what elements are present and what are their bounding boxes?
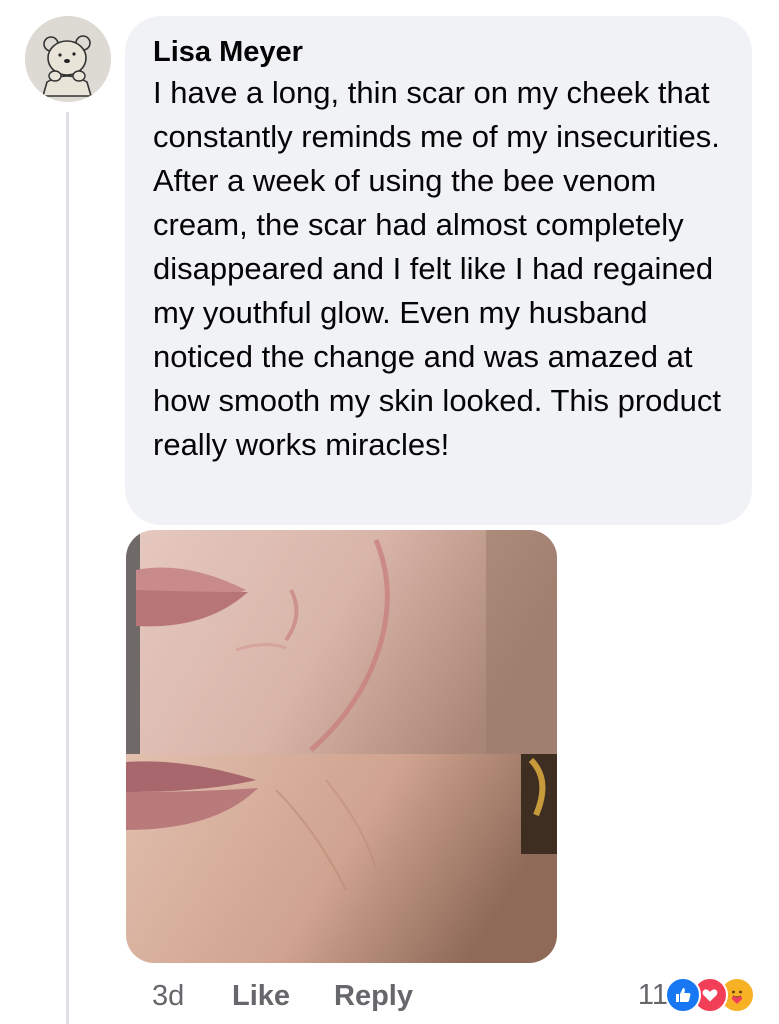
avatar[interactable] bbox=[25, 16, 111, 102]
comment-bubble: Lisa Meyer I have a long, thin scar on m… bbox=[125, 16, 752, 525]
before-after-cheek-scar-photo[interactable] bbox=[126, 530, 557, 963]
comment-text: I have a long, thin scar on my cheek tha… bbox=[153, 75, 722, 462]
like-reaction-icon bbox=[665, 977, 701, 1013]
comment-author[interactable]: Lisa Meyer bbox=[153, 34, 724, 70]
before-photo-panel bbox=[126, 530, 557, 754]
thread-line bbox=[66, 112, 69, 1024]
comment-timestamp[interactable]: 3d bbox=[152, 980, 232, 1013]
reaction-count: 11 bbox=[637, 978, 668, 1011]
cartoon-bear-icon bbox=[25, 16, 111, 102]
reply-button[interactable]: Reply bbox=[334, 980, 413, 1013]
comment-actions: 3d Like Reply bbox=[152, 976, 413, 1016]
like-button[interactable]: Like bbox=[232, 980, 334, 1013]
reactions-summary[interactable]: 11 bbox=[638, 973, 755, 1017]
after-photo-panel bbox=[126, 754, 557, 963]
